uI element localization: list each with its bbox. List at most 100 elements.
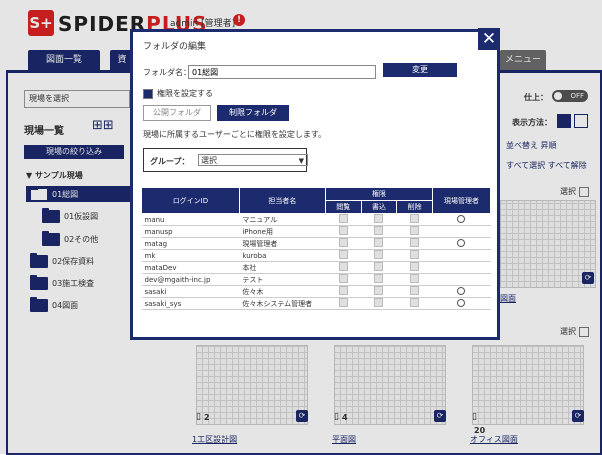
group-label: グループ：: [150, 157, 190, 166]
delete-cell[interactable]: [396, 237, 433, 250]
read-cell[interactable]: [325, 225, 362, 238]
login-id: manu: [141, 213, 240, 226]
col-delete: 削除: [396, 200, 433, 214]
login-id: matag: [141, 237, 240, 250]
read-checkbox[interactable]: [338, 250, 348, 259]
admin-cell: [432, 273, 491, 286]
read-checkbox[interactable]: [338, 274, 348, 283]
login-id: mataDev: [141, 261, 240, 274]
write-cell[interactable]: [361, 213, 397, 226]
login-id: manusp: [141, 225, 240, 238]
admin-cell: [432, 297, 491, 310]
delete-checkbox[interactable]: [410, 286, 420, 295]
delete-checkbox[interactable]: [410, 226, 420, 235]
delete-checkbox[interactable]: [410, 238, 420, 247]
delete-cell[interactable]: [396, 261, 433, 274]
delete-checkbox[interactable]: [410, 214, 420, 223]
permission-checkbox[interactable]: 権限を設定する: [143, 88, 213, 99]
person-name: テスト: [239, 273, 326, 286]
col-read: 閲覧: [324, 200, 362, 214]
login-id: dev@mgaith-inc.jp: [141, 273, 240, 286]
col-person-name: 担当者名: [238, 187, 326, 214]
read-checkbox[interactable]: [338, 226, 348, 235]
write-cell[interactable]: [361, 225, 397, 238]
admin-cell: [432, 237, 491, 250]
admin-cell: [432, 249, 491, 262]
delete-cell[interactable]: [396, 225, 433, 238]
delete-cell[interactable]: [396, 213, 433, 226]
read-cell[interactable]: [325, 297, 362, 310]
person-name: kuroba: [239, 249, 326, 262]
col-permission-group: 権限: [324, 187, 433, 201]
table-row: mataDev 本社: [141, 261, 491, 274]
group-select[interactable]: 選択 ▼: [198, 154, 308, 166]
person-name: 現場管理者: [239, 237, 326, 250]
read-checkbox[interactable]: [338, 214, 348, 223]
admin-cell: [432, 285, 491, 298]
read-cell[interactable]: [325, 285, 362, 298]
write-cell[interactable]: [361, 273, 397, 286]
close-icon[interactable]: ✕: [478, 28, 500, 50]
person-name: 佐々木: [239, 285, 326, 298]
table-row: sasaki 佐々木: [141, 285, 491, 298]
write-checkbox[interactable]: [374, 274, 384, 283]
write-cell[interactable]: [361, 237, 397, 250]
delete-cell[interactable]: [396, 285, 433, 298]
read-checkbox[interactable]: [338, 298, 348, 307]
permission-table: ログインID 担当者名 権限 現場管理者 閲覧 書込 削除 manu マニュアル m…: [141, 187, 492, 310]
public-folder-button[interactable]: 公開フォルダ: [143, 105, 211, 121]
folder-edit-modal: フォルダの編集 フォルダ名： 変更 権限を設定する 公開フォルダ 制限フォルダ …: [130, 29, 500, 340]
limited-description: 現場に所属するユーザーごとに権限を設定します。: [143, 130, 327, 139]
permission-checkbox-label: 権限を設定する: [157, 89, 213, 98]
delete-checkbox[interactable]: [410, 298, 420, 307]
admin-cell: [432, 261, 491, 274]
write-cell[interactable]: [361, 285, 397, 298]
table-row: mk kuroba: [141, 249, 491, 262]
col-site-admin: 現場管理者: [431, 187, 492, 214]
read-cell[interactable]: [325, 261, 362, 274]
person-name: 本社: [239, 261, 326, 274]
person-name: iPhone用: [239, 225, 326, 238]
write-checkbox[interactable]: [374, 298, 384, 307]
delete-cell[interactable]: [396, 273, 433, 286]
group-selector: グループ： 選択 ▼: [143, 148, 308, 172]
read-checkbox[interactable]: [338, 262, 348, 271]
table-row: dev@mgaith-inc.jp テスト: [141, 273, 491, 286]
admin-cell: [432, 213, 491, 226]
read-cell[interactable]: [325, 273, 362, 286]
delete-cell[interactable]: [396, 297, 433, 310]
admin-circle-icon: [457, 214, 466, 223]
read-checkbox[interactable]: [338, 286, 348, 295]
read-cell[interactable]: [325, 237, 362, 250]
table-row: manu マニュアル: [141, 213, 491, 226]
write-cell[interactable]: [361, 249, 397, 262]
modal-title: フォルダの編集: [143, 42, 207, 52]
write-cell[interactable]: [361, 261, 397, 274]
write-checkbox[interactable]: [374, 214, 384, 223]
read-cell[interactable]: [325, 249, 362, 262]
group-select-value: 選択: [201, 156, 217, 165]
login-id: mk: [141, 249, 240, 262]
login-id: sasaki_sys: [141, 297, 240, 310]
limited-folder-button[interactable]: 制限フォルダ: [217, 105, 289, 121]
admin-circle-icon: [457, 298, 466, 307]
write-cell[interactable]: [361, 297, 397, 310]
write-checkbox[interactable]: [374, 226, 384, 235]
table-row: sasaki_sys 佐々木システム管理者: [141, 297, 491, 310]
delete-checkbox[interactable]: [410, 274, 420, 283]
change-button[interactable]: 変更: [383, 63, 457, 77]
folder-name-label: フォルダ名：: [143, 68, 191, 77]
write-checkbox[interactable]: [374, 250, 384, 259]
write-checkbox[interactable]: [374, 262, 384, 271]
read-checkbox[interactable]: [338, 238, 348, 247]
checkbox-checked[interactable]: [143, 88, 153, 99]
delete-cell[interactable]: [396, 249, 433, 262]
write-checkbox[interactable]: [374, 286, 384, 295]
admin-circle-icon: [457, 286, 466, 295]
write-checkbox[interactable]: [374, 238, 384, 247]
delete-checkbox[interactable]: [410, 250, 420, 259]
person-name: マニュアル: [239, 213, 326, 226]
read-cell[interactable]: [325, 213, 362, 226]
delete-checkbox[interactable]: [410, 262, 420, 271]
folder-name-input[interactable]: [188, 65, 376, 79]
